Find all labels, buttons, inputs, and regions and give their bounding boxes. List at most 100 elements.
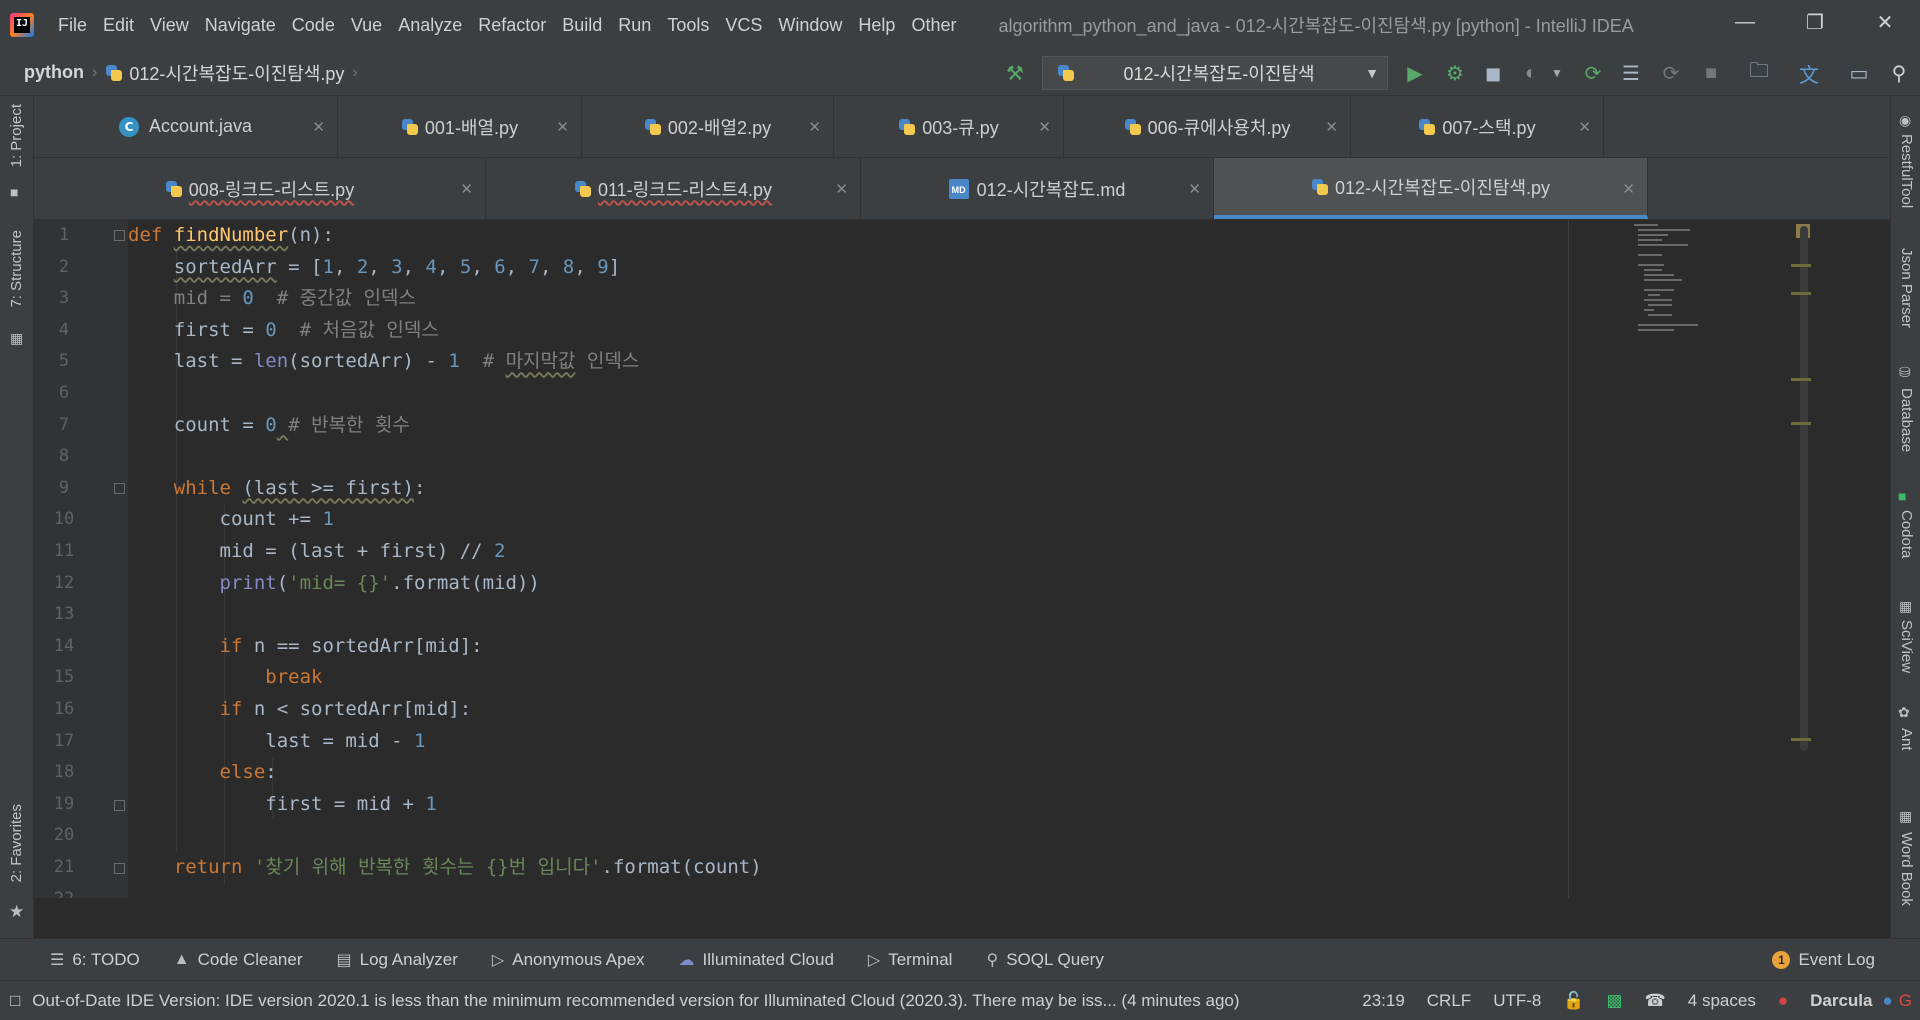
close-tab-icon[interactable]: ✕ [1325, 118, 1338, 136]
line-number[interactable]: 17 [34, 726, 94, 758]
run-with-coverage-icon[interactable]: ◼ [1480, 60, 1506, 86]
restore-button[interactable]: ❐ [1780, 0, 1850, 44]
menu-item-tools[interactable]: Tools [659, 15, 717, 36]
editor-tab[interactable]: MD 012-시간복잡도.md ✕ [861, 158, 1214, 219]
line-number[interactable]: 13 [34, 599, 94, 631]
breadcrumb-file[interactable]: 012-시간복잡도-이진탐색.py [105, 60, 344, 86]
caret-position[interactable]: 23:19 [1362, 991, 1405, 1011]
editor-tab[interactable]: C Account.java ✕ [34, 96, 338, 157]
line-number[interactable]: 21 [34, 852, 94, 884]
theme-name[interactable]: Darcula [1810, 991, 1872, 1011]
close-tab-icon[interactable]: ✕ [556, 118, 569, 136]
line-number[interactable]: 10 [34, 504, 94, 536]
json-parser-tool-tab[interactable]: Json Parser [1898, 248, 1915, 328]
editor-tab[interactable]: 008-링크드-리스트.py ✕ [34, 158, 486, 219]
structure-tool-tab[interactable]: 7: Structure [8, 230, 25, 308]
vertical-scrollbar[interactable] [1800, 226, 1808, 751]
editor-tab[interactable]: 002-배열2.py ✕ [582, 96, 834, 157]
sciview-tool-tab[interactable]: SciView [1898, 620, 1915, 673]
sync-status-icon[interactable]: ● [1882, 991, 1892, 1011]
editor-tab[interactable]: 001-배열.py ✕ [338, 96, 582, 157]
fold-icon[interactable] [114, 800, 125, 811]
ant-tool-tab[interactable]: Ant [1898, 728, 1915, 751]
line-number[interactable]: 2 [34, 252, 94, 284]
warning-stripe[interactable] [1791, 264, 1811, 267]
concurrency-icon[interactable]: ⟳ [1580, 60, 1606, 86]
close-tab-icon[interactable]: ✕ [1038, 118, 1051, 136]
line-number[interactable]: 14 [34, 631, 94, 663]
line-number[interactable]: 7 [34, 410, 94, 442]
anonymous-apex-tool-button[interactable]: ▷ Anonymous Apex [492, 950, 645, 970]
line-number[interactable]: 5 [34, 346, 94, 378]
menu-item-analyze[interactable]: Analyze [390, 15, 470, 36]
codota-tool-tab[interactable]: Codota [1898, 510, 1915, 558]
line-number[interactable]: 11 [34, 536, 94, 568]
run-icon[interactable]: ▶ [1402, 60, 1428, 86]
fold-icon[interactable] [114, 863, 125, 874]
breadcrumb-project[interactable]: python [24, 62, 84, 83]
indent-setting[interactable]: 4 spaces [1688, 991, 1756, 1011]
close-tab-icon[interactable]: ✕ [312, 118, 325, 136]
minimize-button[interactable]: — [1710, 0, 1780, 44]
line-number[interactable]: 1 [34, 220, 94, 252]
line-number[interactable]: 22 [34, 884, 94, 898]
illuminated-cloud-tool-button[interactable]: ☁ Illuminated Cloud [679, 950, 834, 970]
run-configuration-dropdown[interactable]: 012-시간복잡도-이진탐색 ▼ [1042, 56, 1388, 90]
project-tool-tab[interactable]: 1: Project [8, 104, 25, 167]
debug-bug-icon[interactable]: ⚙ [1442, 60, 1468, 86]
close-tab-icon[interactable]: ✕ [1578, 118, 1591, 136]
favorites-tool-tab[interactable]: 2: Favorites [8, 804, 25, 882]
line-number[interactable]: 15 [34, 662, 94, 694]
line-number[interactable]: 16 [34, 694, 94, 726]
menu-item-code[interactable]: Code [284, 15, 343, 36]
menu-item-help[interactable]: Help [850, 15, 903, 36]
database-tool-tab[interactable]: Database [1898, 388, 1915, 452]
log-analyzer-tool-button[interactable]: ▤ Log Analyzer [337, 950, 458, 970]
code-minimap[interactable] [1634, 220, 1788, 898]
presentation-mode-icon[interactable]: ▭ [1846, 60, 1872, 86]
intellij-logo-icon[interactable]: IJ [10, 13, 34, 37]
menu-item-refactor[interactable]: Refactor [470, 15, 554, 36]
inspector-icon[interactable]: ☎ [1645, 991, 1666, 1011]
menu-item-view[interactable]: View [142, 15, 197, 36]
code-cleaner-tool-button[interactable]: ▲ Code Cleaner [174, 950, 303, 970]
menu-item-file[interactable]: File [50, 15, 95, 36]
line-number[interactable]: 6 [34, 378, 94, 410]
editor-tab[interactable]: 012-시간복잡도-이진탐색.py ✕ [1214, 158, 1648, 219]
line-separator[interactable]: CRLF [1427, 991, 1471, 1011]
toggle-tool-windows-icon[interactable]: □ [10, 991, 20, 1011]
status-message[interactable]: Out-of-Date IDE Version: IDE version 202… [32, 991, 1239, 1011]
run-list-icon[interactable]: ☰ [1618, 60, 1644, 86]
chevron-down-icon[interactable]: ▼ [1544, 60, 1570, 86]
terminal-tool-button[interactable]: ▷ Terminal [868, 950, 953, 970]
error-icon[interactable]: ● [1778, 991, 1788, 1011]
soql-query-tool-button[interactable]: ⚲ SOQL Query [986, 950, 1103, 970]
line-number[interactable]: 8 [34, 441, 94, 473]
warning-stripe[interactable] [1791, 292, 1811, 295]
search-icon[interactable]: ⚲ [1886, 60, 1912, 86]
translate-icon[interactable]: 文 [1796, 60, 1822, 87]
close-window-button[interactable]: ✕ [1850, 0, 1920, 44]
menu-item-vcs[interactable]: VCS [717, 15, 770, 36]
codota-status-icon[interactable]: ▩ [1607, 991, 1623, 1011]
menu-item-navigate[interactable]: Navigate [197, 15, 284, 36]
line-number[interactable]: 9 [34, 473, 94, 505]
close-tab-icon[interactable]: ✕ [460, 180, 473, 198]
menu-item-build[interactable]: Build [554, 15, 610, 36]
close-tab-icon[interactable]: ✕ [808, 118, 821, 136]
close-tab-icon[interactable]: ✕ [835, 180, 848, 198]
build-hammer-icon[interactable]: ⚒ [1002, 60, 1028, 86]
editor-tab[interactable]: 011-링크드-리스트4.py ✕ [486, 158, 861, 219]
fold-icon[interactable] [114, 230, 125, 241]
menu-item-edit[interactable]: Edit [95, 15, 142, 36]
profile-icon[interactable]: ◐ [1518, 60, 1544, 86]
close-tab-icon[interactable]: ✕ [1622, 180, 1635, 198]
attach-debugger-icon[interactable]: ⟳ [1658, 60, 1684, 86]
line-number[interactable]: 4 [34, 315, 94, 347]
restful-tool-tab[interactable]: RestfulTool [1898, 134, 1915, 208]
menu-item-other[interactable]: Other [903, 15, 964, 36]
project-structure-icon[interactable]: 🗀 [1746, 60, 1772, 86]
line-number[interactable]: 20 [34, 820, 94, 852]
warning-stripe[interactable] [1791, 378, 1811, 381]
code-area[interactable]: def findNumber(n): sortedArr = [1, 2, 3,… [128, 220, 1890, 898]
